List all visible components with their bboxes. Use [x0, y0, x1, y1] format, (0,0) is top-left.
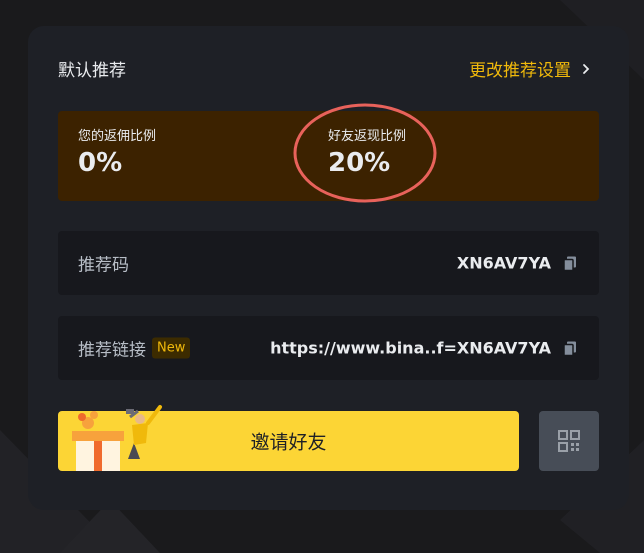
my-rate-value: 0% — [78, 148, 123, 178]
invite-friends-label: 邀请好友 — [250, 432, 327, 454]
header-title: 默认推荐 — [58, 61, 126, 81]
referral-link-row: 推荐链接 New https://www.bina..f=XN6AV7YA — [58, 316, 599, 380]
referral-link-value: https://www.bina..f=XN6AV7YA — [270, 338, 551, 358]
settings-link-label: 更改推荐设置 — [469, 61, 571, 81]
referral-card: 默认推荐 更改推荐设置 您的返佣比例 0% 好友返现比例 20% 推荐码 XN6… — [28, 26, 629, 510]
referral-code-value: XN6AV7YA — [456, 253, 551, 273]
invite-friends-button[interactable]: 邀请好友 — [58, 405, 519, 471]
qr-code-button[interactable] — [539, 411, 599, 471]
copy-icon[interactable] — [563, 340, 577, 356]
my-rate-label: 您的返佣比例 — [78, 129, 157, 144]
referral-code-row: 推荐码 XN6AV7YA — [58, 231, 599, 295]
change-referral-settings-link[interactable]: 更改推荐设置 — [469, 56, 593, 81]
referral-link-label: 推荐链接 — [78, 340, 146, 361]
new-badge: New — [152, 337, 191, 359]
referral-code-label: 推荐码 — [78, 255, 129, 276]
referral-code-value-group: XN6AV7YA — [457, 254, 577, 273]
my-rate: 您的返佣比例 0% — [78, 125, 156, 178]
highlight-circle-annotation — [293, 103, 437, 203]
qr-code-icon — [558, 430, 580, 452]
copy-icon[interactable] — [563, 255, 577, 271]
referral-link-value-group: https://www.bina..f=XN6AV7YA — [270, 339, 577, 358]
chevron-right-icon — [583, 63, 590, 74]
referral-link-label-group: 推荐链接 New — [78, 336, 191, 361]
